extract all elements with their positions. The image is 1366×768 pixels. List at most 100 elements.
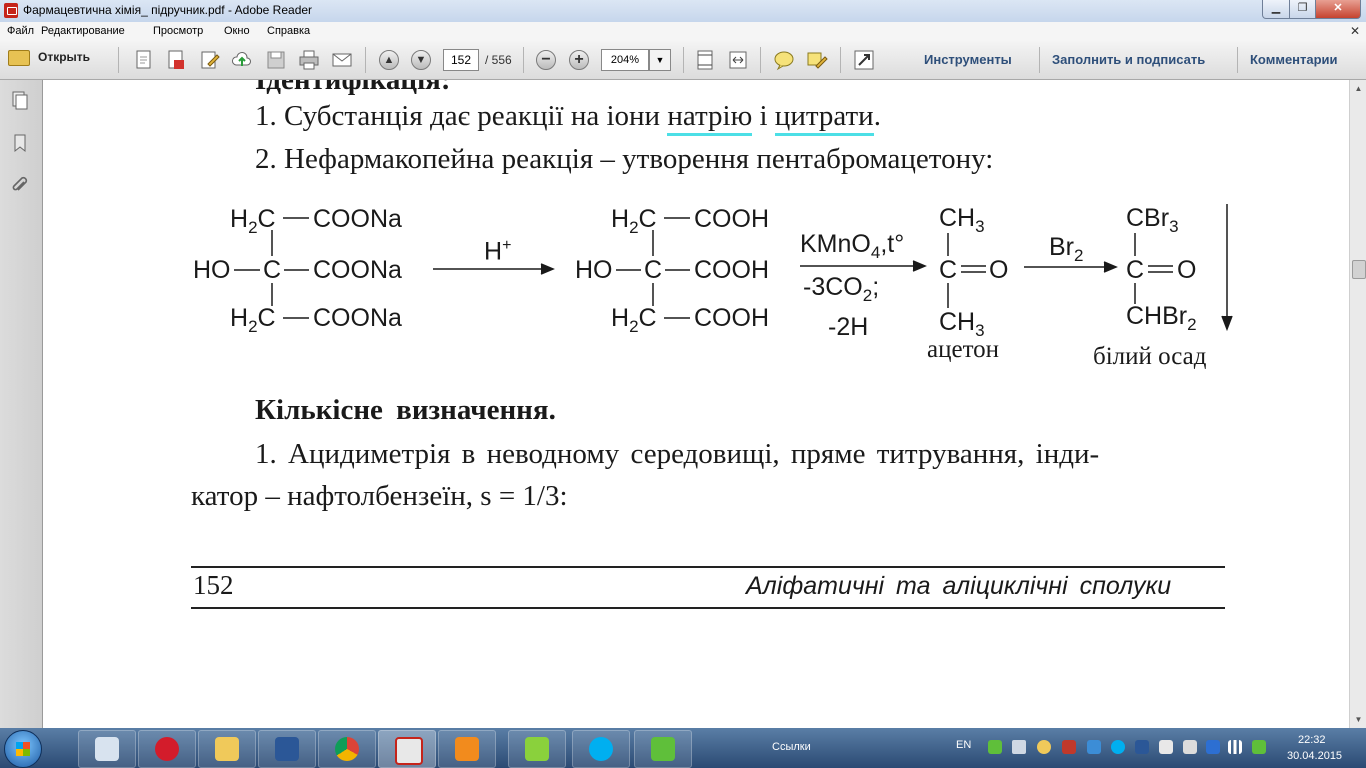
arrowhead (1103, 261, 1118, 273)
taskbar-media-player[interactable] (438, 730, 496, 768)
taskbar-word[interactable] (258, 730, 316, 768)
tools-pane-button[interactable]: Инструменты (924, 52, 1012, 67)
open-label: Открыть (38, 50, 91, 65)
arrowhead (540, 263, 555, 275)
minimize-button[interactable]: ▁ (1262, 0, 1290, 19)
media-player-icon (455, 737, 479, 761)
reaction-bonds (234, 204, 1233, 332)
comments-pane-button[interactable]: Комментарии (1250, 52, 1338, 67)
taskbar-music[interactable] (508, 730, 566, 768)
menu-help[interactable]: Справка (267, 25, 310, 37)
tray-network-icon[interactable] (1087, 740, 1101, 754)
zoom-in-button[interactable]: + (569, 50, 589, 70)
fit-width-icon[interactable] (727, 49, 749, 71)
save-icon[interactable] (265, 49, 287, 71)
toolbar-separator (760, 47, 761, 73)
sticky-note-icon[interactable] (773, 49, 795, 71)
quantitative-line-2: катор – нафтолбензеїн, s = 1/3: (191, 480, 568, 512)
page-thumbnails-icon[interactable] (10, 90, 30, 110)
window-title: Фармацевтична хімія_ підручник.pdf - Ado… (23, 3, 313, 17)
taskbar-adobe-reader[interactable] (378, 730, 436, 768)
tray-notification-icon[interactable] (1037, 740, 1051, 754)
action-center-flag-icon[interactable] (1159, 740, 1173, 754)
folder-icon (215, 737, 239, 761)
bluetooth-icon[interactable] (1206, 740, 1220, 754)
print-icon[interactable] (298, 49, 320, 71)
email-icon[interactable] (331, 49, 353, 71)
folder-icon (8, 50, 30, 66)
chrome-icon (335, 737, 359, 761)
menu-file[interactable]: Файл (7, 25, 34, 37)
navigation-panel (0, 80, 43, 728)
footer-rule-top (191, 566, 1225, 568)
tray-b-icon[interactable] (1135, 740, 1149, 754)
signal-strength-icon[interactable] (1228, 740, 1242, 754)
edit-pdf-icon[interactable] (199, 49, 221, 71)
menu-window[interactable]: Окно (224, 25, 250, 37)
toolbar-separator (683, 47, 684, 73)
scroll-down-button[interactable]: ▼ (1350, 711, 1366, 728)
scroll-up-button[interactable]: ▲ (1350, 80, 1366, 97)
zoom-input[interactable]: 204% (601, 49, 649, 71)
quantitative-line-1: 1. Ацидиметрія в неводному середовищі, п… (255, 438, 1100, 470)
upload-cloud-icon[interactable] (231, 49, 253, 71)
toolbar-separator (118, 47, 119, 73)
virgin-media-icon (155, 737, 179, 761)
taskbar-chrome[interactable] (318, 730, 376, 768)
toolbar-separator (365, 47, 366, 73)
clock-date[interactable]: 30.04.2015 (1287, 750, 1342, 762)
tray-green-icon[interactable] (988, 740, 1002, 754)
next-page-button[interactable]: ▼ (411, 50, 431, 70)
bookmarks-icon[interactable] (10, 133, 30, 153)
page-total: / 556 (485, 53, 512, 67)
previous-page-button[interactable]: ▲ (379, 50, 399, 70)
taskbar-folder[interactable] (198, 730, 256, 768)
taskbar-virgin-media[interactable] (138, 730, 196, 768)
word-icon (275, 737, 299, 761)
create-pdf-icon[interactable] (133, 49, 155, 71)
toolbar-separator (523, 47, 524, 73)
file-manager-icon (95, 737, 119, 761)
attachments-icon[interactable] (10, 176, 30, 196)
skype-icon (589, 737, 613, 761)
menu-edit[interactable]: Редактирование (41, 25, 125, 37)
maximize-button[interactable]: ❐ (1289, 0, 1316, 19)
toolbar-separator (840, 47, 841, 73)
footer-page-number: 152 (193, 570, 234, 600)
toolbar-separator (1237, 47, 1238, 73)
close-document-icon[interactable]: ✕ (1350, 24, 1360, 38)
menu-view[interactable]: Просмотр (153, 25, 203, 37)
zoom-out-button[interactable]: − (536, 50, 556, 70)
taskbar-skype[interactable] (572, 730, 630, 768)
music-icon (525, 737, 549, 761)
taskbar-green-app[interactable] (634, 730, 692, 768)
start-button[interactable] (4, 730, 42, 768)
fit-page-icon[interactable] (694, 49, 716, 71)
open-button[interactable]: Открыть (8, 50, 90, 66)
tray-app-icon[interactable] (1062, 740, 1076, 754)
taskbar-file-manager[interactable] (78, 730, 136, 768)
clock-time[interactable]: 22:32 (1298, 734, 1326, 746)
export-pdf-icon[interactable] (165, 49, 187, 71)
arrowhead (912, 260, 927, 272)
language-indicator[interactable]: EN (956, 739, 971, 751)
main-toolbar: Открыть ▲ ▼ 152 / 556 − + 204% ▼ Инструм… (0, 41, 1366, 80)
footer-rule-bottom (191, 607, 1225, 609)
fill-sign-pane-button[interactable]: Заполнить и подписать (1052, 52, 1205, 67)
adobe-reader-icon (395, 737, 423, 765)
scroll-thumb[interactable] (1352, 260, 1366, 279)
close-button[interactable]: ✕ (1315, 0, 1361, 19)
vertical-scrollbar[interactable]: ▲ ▼ (1349, 80, 1366, 728)
highlight-text-icon[interactable] (806, 49, 828, 71)
tray-skype-icon[interactable] (1111, 740, 1125, 754)
battery-icon[interactable] (1252, 740, 1266, 754)
tray-device-icon[interactable] (1183, 740, 1197, 754)
zoom-dropdown-button[interactable]: ▼ (649, 49, 671, 71)
green-app-icon (651, 737, 675, 761)
volume-icon[interactable] (1012, 740, 1026, 754)
links-toolbar[interactable]: Ссылки (772, 741, 811, 753)
full-screen-icon[interactable] (853, 49, 875, 71)
page-number-input[interactable]: 152 (443, 49, 479, 71)
window-titlebar: Фармацевтична хімія_ підручник.pdf - Ado… (0, 0, 1366, 23)
footer-chapter-title: Аліфатичні та аліциклічні сполуки (746, 572, 1172, 600)
